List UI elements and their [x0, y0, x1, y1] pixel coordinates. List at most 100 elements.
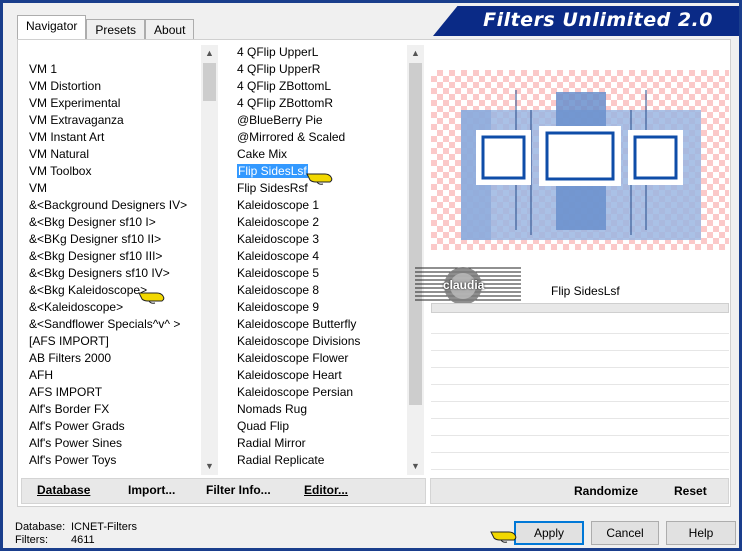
list-item-label: Kaleidoscope Heart	[237, 368, 342, 382]
editor-button[interactable]: Editor...	[304, 483, 348, 497]
list-item-label: 4 QFlip UpperR	[237, 62, 321, 76]
list-item-label: Alf's Border FX	[29, 402, 110, 416]
category-list[interactable]: VM 1 VM Distortion VM Experimental VM Extra…	[27, 61, 203, 474]
list-item-label: Kaleidoscope 1	[237, 198, 320, 212]
tab-navigator[interactable]: Navigator	[17, 15, 87, 39]
selected-filter-label: Flip SidesLsf	[551, 284, 620, 298]
list-item[interactable]: &<Bkg Designer sf10 III>	[27, 248, 203, 265]
filter-info-button[interactable]: Filter Info...	[206, 483, 271, 497]
filter-list[interactable]: 4 QFlip UpperL 4 QFlip UpperR 4 QFlip ZBot…	[235, 44, 407, 474]
list-item[interactable]: Radial Mirror	[235, 435, 407, 452]
list-item-label: Nomads Rug	[237, 402, 308, 416]
list-item-label: VM Distortion	[29, 79, 102, 93]
list-item[interactable]: Alf's Power Toys	[27, 452, 203, 469]
list-item-label: Kaleidoscope 2	[237, 215, 320, 229]
list-item[interactable]: Kaleidoscope 9	[235, 299, 407, 316]
help-button[interactable]: Help	[666, 521, 736, 545]
tab-about[interactable]: About	[145, 19, 195, 41]
list-item[interactable]: Cake Mix	[235, 146, 407, 163]
list-item[interactable]: &<Kaleidoscope>	[27, 299, 203, 316]
list-item[interactable]: &<Bkg Designer sf10 I>	[27, 214, 203, 231]
watermark-logo: claudia	[415, 265, 521, 307]
list-item[interactable]: Kaleidoscope Butterfly	[235, 316, 407, 333]
pointing-hand-icon	[137, 287, 169, 308]
list-item[interactable]: 4 QFlip UpperL	[235, 44, 407, 61]
list-item[interactable]: Quad Flip	[235, 418, 407, 435]
reset-button[interactable]: Reset	[674, 484, 707, 498]
list-item[interactable]: VM Experimental	[27, 95, 203, 112]
list-item-label: AFH	[29, 368, 53, 382]
filter-scrollbar[interactable]: ▲ ▼	[407, 45, 424, 475]
list-item[interactable]: VM Toolbox	[27, 163, 203, 180]
scroll-down-icon[interactable]: ▼	[201, 458, 218, 475]
list-item-label: Flip SidesLsf	[237, 164, 308, 178]
list-item-label: &<BKg Designer sf10 II>	[29, 232, 162, 246]
scroll-up-icon[interactable]: ▲	[407, 45, 424, 62]
list-item[interactable]: &<Sandflower Specials^v^ >	[27, 316, 203, 333]
scroll-down-icon[interactable]: ▼	[407, 458, 424, 475]
list-item-label: &<Kaleidoscope>	[29, 300, 124, 314]
list-item[interactable]: Kaleidoscope Divisions	[235, 333, 407, 350]
list-item-label: Radial Mirror	[237, 436, 306, 450]
list-item-label: Kaleidoscope Divisions	[237, 334, 361, 348]
list-item[interactable]: AB Filters 2000	[27, 350, 203, 367]
list-item[interactable]: &<BKg Designer sf10 II>	[27, 231, 203, 248]
list-item[interactable]: Kaleidoscope 1	[235, 197, 407, 214]
list-item[interactable]: Radial Replicate	[235, 452, 407, 469]
list-item-label: Quad Flip	[237, 419, 290, 433]
list-item[interactable]: Kaleidoscope 3	[235, 231, 407, 248]
list-item-label: &<Background Designers IV>	[29, 198, 188, 212]
list-item[interactable]: Kaleidoscope 2	[235, 214, 407, 231]
list-item[interactable]: Kaleidoscope 8	[235, 282, 407, 299]
list-item[interactable]: &<Bkg Designers sf10 IV>	[27, 265, 203, 282]
scroll-thumb[interactable]	[409, 63, 422, 405]
list-item-label: VM 1	[29, 62, 58, 76]
list-item[interactable]: Nomads Rug	[235, 401, 407, 418]
list-item[interactable]: VM Extravaganza	[27, 112, 203, 129]
list-item[interactable]: @Mirrored & Scaled	[235, 129, 407, 146]
database-button[interactable]: Database	[37, 483, 90, 497]
tab-presets[interactable]: Presets	[86, 19, 146, 41]
filters-count: 4611	[71, 534, 95, 546]
list-item[interactable]: Alf's Power Sines	[27, 435, 203, 452]
list-item[interactable]: [AFS IMPORT]	[27, 333, 203, 350]
parameter-area	[431, 303, 729, 313]
list-item[interactable]: &<Background Designers IV>	[27, 197, 203, 214]
list-item[interactable]: &<Bkg Kaleidoscope>	[27, 282, 203, 299]
scroll-up-icon[interactable]: ▲	[201, 45, 218, 62]
list-item-label: Kaleidoscope 8	[237, 283, 320, 297]
list-item[interactable]: VM 1	[27, 61, 203, 78]
list-item[interactable]: @BlueBerry Pie	[235, 112, 407, 129]
list-item-label: Flip SidesRsf	[237, 181, 308, 195]
list-item-label: &<Sandflower Specials^v^ >	[29, 317, 181, 331]
import-button[interactable]: Import...	[128, 483, 175, 497]
cancel-button[interactable]: Cancel	[591, 521, 659, 545]
list-item[interactable]: Kaleidoscope Heart	[235, 367, 407, 384]
category-scrollbar[interactable]: ▲ ▼	[201, 45, 218, 475]
list-item[interactable]: Alf's Border FX	[27, 401, 203, 418]
list-item[interactable]: Kaleidoscope 4	[235, 248, 407, 265]
list-item[interactable]: VM Distortion	[27, 78, 203, 95]
preview-image	[461, 90, 701, 240]
list-item[interactable]: 4 QFlip UpperR	[235, 61, 407, 78]
randomize-button[interactable]: Randomize	[574, 484, 638, 498]
list-item[interactable]: Alf's Power Grads	[27, 418, 203, 435]
list-item-label: VM Natural	[29, 147, 90, 161]
list-item[interactable]: Kaleidoscope 5	[235, 265, 407, 282]
list-item-label: Alf's Power Grads	[29, 419, 125, 433]
list-item[interactable]: AFS IMPORT	[27, 384, 203, 401]
list-item[interactable]: Kaleidoscope Persian	[235, 384, 407, 401]
scroll-thumb[interactable]	[203, 63, 216, 101]
list-item[interactable]: 4 QFlip ZBottomL	[235, 78, 407, 95]
list-item[interactable]: Kaleidoscope Flower	[235, 350, 407, 367]
list-item[interactable]: VM	[27, 180, 203, 197]
list-item[interactable]: VM Instant Art	[27, 129, 203, 146]
database-label: Database:	[15, 521, 66, 533]
status-info: Database: ICNET-Filters Filters: 4611	[15, 521, 137, 547]
list-item[interactable]: AFH	[27, 367, 203, 384]
apply-button[interactable]: Apply	[514, 521, 584, 545]
list-item[interactable]: VM Natural	[27, 146, 203, 163]
list-item[interactable]: 4 QFlip ZBottomR	[235, 95, 407, 112]
pointing-hand-icon	[305, 168, 337, 189]
database-value: ICNET-Filters	[71, 521, 137, 533]
